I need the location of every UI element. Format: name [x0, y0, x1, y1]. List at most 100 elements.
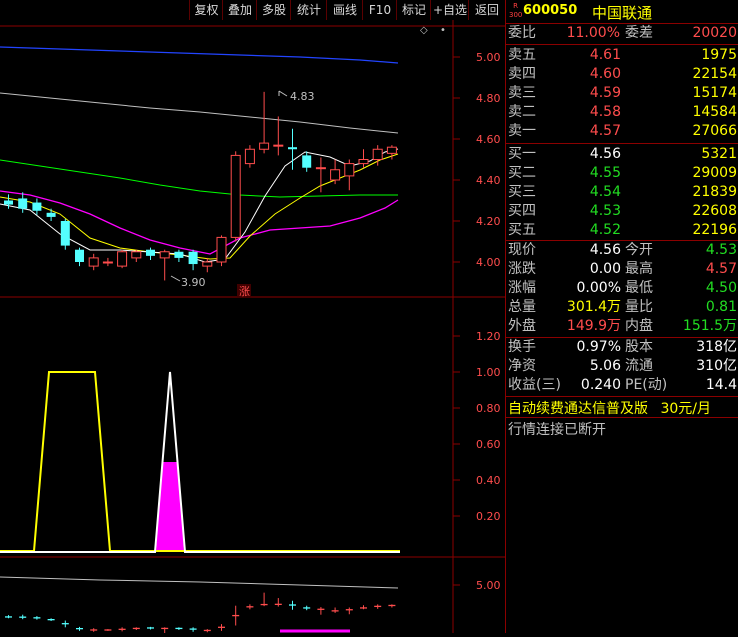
outer-volume-value: 149.9万 [566, 318, 621, 334]
candle-body [315, 167, 326, 170]
ask-price: 4.57 [589, 123, 621, 139]
ask-label: 卖四 [508, 66, 536, 82]
weicha-label: 委差 [625, 25, 653, 41]
toolbar-draw-line-button[interactable]: 画线 [326, 0, 363, 20]
ma5-line [0, 148, 399, 263]
bid-price: 4.53 [589, 203, 621, 219]
candle-body [216, 236, 227, 263]
bid-label: 买三 [508, 184, 536, 200]
bid-row[interactable]: 买一 4.56 5321 [506, 145, 738, 164]
weicha-value: 20020 [692, 25, 737, 41]
turnover-value: 0.97% [576, 339, 621, 355]
ask-label: 卖三 [508, 85, 536, 101]
ma120-line [0, 92, 399, 134]
bid-label: 买一 [508, 146, 536, 162]
toolbar-add-favorite-button[interactable]: +自选 [430, 0, 469, 20]
candle-body [146, 249, 155, 256]
main-axis-label: 4.40 [476, 174, 501, 187]
ask-row[interactable]: 卖三 4.59 15174 [506, 84, 738, 103]
indicator-axis-label: 0.60 [476, 438, 501, 451]
bid-label: 买四 [508, 203, 536, 219]
candle-body [259, 142, 270, 150]
ask-volume: 1975 [701, 47, 737, 63]
quote-label: 今开 [625, 242, 653, 258]
stock-code: 600050 [523, 3, 578, 18]
quote-label: 现价 [508, 242, 536, 258]
bid-row[interactable]: 买二 4.55 29009 [506, 164, 738, 183]
main-axis-label: 4.20 [476, 215, 501, 228]
indicator-axis-label: 1.20 [476, 330, 501, 343]
ask-row[interactable]: 卖五 4.61 1975 [506, 46, 738, 65]
last-price-value: 4.56 [589, 242, 621, 258]
ask-label: 卖一 [508, 123, 536, 139]
candle-body [358, 159, 369, 165]
ask-label: 卖二 [508, 104, 536, 120]
volume-ratio-value: 0.81 [705, 299, 737, 315]
quote-label: 涨跌 [508, 261, 536, 277]
ma250-line [0, 46, 399, 64]
high-price-annotation: 4.83 [290, 90, 315, 103]
ask-row[interactable]: 卖一 4.57 27066 [506, 122, 738, 141]
kline-chart[interactable]: ◇ • 5.00 4.80 4.60 4.40 4.20 4.00 4.83 3… [0, 20, 505, 635]
change-pct-value: 0.00% [576, 280, 621, 296]
candle-body [75, 249, 84, 262]
total-volume-value: 301.4万 [566, 299, 621, 315]
ask-price: 4.58 [589, 104, 621, 120]
bid-label: 买二 [508, 165, 536, 181]
share-capital-value: 318亿 [696, 339, 737, 355]
candle-body [273, 144, 284, 147]
quote-label: 内盘 [625, 318, 653, 334]
bid-row[interactable]: 买四 4.53 22608 [506, 202, 738, 221]
sub-axis-label: 5.00 [476, 579, 501, 592]
candle-body [202, 261, 213, 267]
ad-text: 自动续费通达信普及版 [508, 401, 648, 417]
settings-diamond-icon[interactable]: ◇ [420, 25, 428, 36]
candle-body [60, 221, 70, 246]
badge-bottom: 300 [509, 11, 523, 19]
fund-label: 换手 [508, 339, 536, 355]
toolbar-multi-stock-button[interactable]: 多股 [256, 0, 291, 20]
candle-body [18, 198, 28, 209]
main-axis-label: 4.00 [476, 256, 501, 269]
ask-row[interactable]: 卖二 4.58 14584 [506, 103, 738, 122]
ask-price: 4.61 [589, 47, 621, 63]
fund-label: 收益(三) [508, 377, 561, 393]
weibi-row: 委比 11.00% 委差 20020 [506, 24, 738, 43]
sub-chart-reference-line [0, 576, 399, 589]
toolbar-back-button[interactable]: 返回 [468, 0, 505, 20]
candle-body [344, 163, 355, 177]
fund-row-nav: 净资 5.06 流通 310亿 [506, 357, 738, 376]
chart-marker-icon[interactable]: • [440, 25, 446, 36]
fund-row-eps: 收益(三) 0.240 PE(动) 14.4 [506, 376, 738, 395]
stock-name: 中国联通 [592, 4, 653, 22]
connection-status: 行情连接已断开 [508, 422, 606, 438]
ask-label: 卖五 [508, 47, 536, 63]
bid-price: 4.55 [589, 165, 621, 181]
candle-body [102, 261, 113, 264]
candle-body [188, 251, 198, 265]
ask-row[interactable]: 卖四 4.60 22154 [506, 65, 738, 84]
subscription-ad[interactable]: 自动续费通达信普及版 30元/月 [508, 398, 711, 418]
indicator-axis-label: 0.40 [476, 474, 501, 487]
toolbar-statistics-button[interactable]: 统计 [290, 0, 327, 20]
chart-area[interactable]: ◇ • 5.00 4.80 4.60 4.40 4.20 4.00 4.83 3… [0, 20, 505, 635]
main-axis-label: 4.80 [476, 92, 501, 105]
candle-body [131, 251, 142, 259]
pe-value: 14.4 [705, 377, 737, 393]
toolbar-overlay-button[interactable]: 叠加 [222, 0, 257, 20]
ma20-line [0, 190, 399, 255]
quote-label: 外盘 [508, 318, 536, 334]
badge-top: R [513, 2, 518, 10]
ask-price: 4.59 [589, 85, 621, 101]
indicator-axis-label: 0.20 [476, 510, 501, 523]
toolbar-restore-rights-button[interactable]: 复权 [189, 0, 223, 20]
toolbar-mark-button[interactable]: 标记 [396, 0, 431, 20]
open-price-value: 4.53 [705, 242, 737, 258]
low-price-annotation: 3.90 [181, 276, 206, 289]
bid-row[interactable]: 买五 4.52 22196 [506, 221, 738, 240]
fund-label: 流通 [625, 358, 653, 374]
bid-row[interactable]: 买三 4.54 21839 [506, 183, 738, 202]
eps-value: 0.240 [580, 377, 621, 393]
toolbar-f10-button[interactable]: F10 [362, 0, 397, 20]
inner-volume-value: 151.5万 [682, 318, 737, 334]
